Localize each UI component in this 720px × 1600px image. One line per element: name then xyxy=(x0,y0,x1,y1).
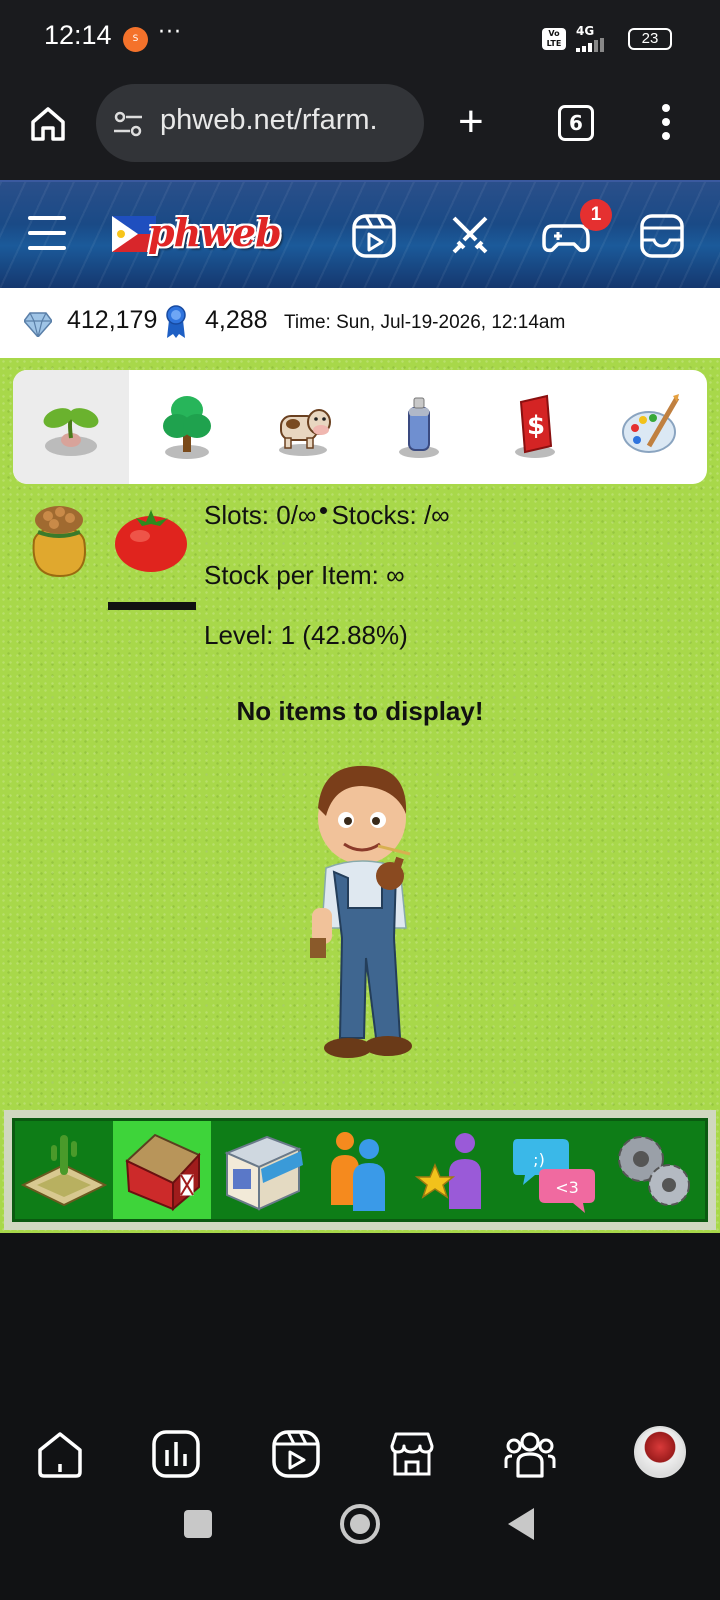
people-icon xyxy=(331,1132,385,1211)
browser-toolbar: phweb.net/rfarm. + 6 xyxy=(0,78,720,180)
new-tab-icon[interactable]: + xyxy=(458,100,484,144)
volte-icon: Vo LTE xyxy=(542,28,566,50)
hamburger-icon[interactable] xyxy=(28,216,66,254)
svg-text:;): ;) xyxy=(533,1150,545,1169)
gems-count: 412,179 xyxy=(67,306,158,334)
reels-icon[interactable] xyxy=(270,1428,322,1480)
tomato-icon[interactable] xyxy=(112,502,190,574)
nav-rank[interactable] xyxy=(407,1121,505,1219)
battery-icon: 23 xyxy=(628,28,672,50)
paint-palette-icon xyxy=(622,394,680,453)
network-type: 4G xyxy=(576,24,595,38)
site-settings-icon[interactable] xyxy=(112,108,144,140)
battle-icon[interactable] xyxy=(446,212,494,260)
farmer-character xyxy=(310,765,412,1058)
seedling-icon xyxy=(43,408,99,456)
app-bottom-nav xyxy=(0,1388,720,1488)
avatar[interactable] xyxy=(634,1426,686,1478)
back-button[interactable] xyxy=(508,1508,534,1540)
selected-item-indicator xyxy=(108,602,196,610)
ribbon-icon xyxy=(166,305,186,338)
svg-text:<3: <3 xyxy=(555,1178,579,1197)
game-nav-frame: ;) <3 xyxy=(4,1110,716,1230)
nav-farm[interactable] xyxy=(15,1121,113,1219)
site-logo[interactable]: phweb xyxy=(112,208,296,260)
more-notifications-icon: ··· xyxy=(158,20,182,45)
home-icon[interactable] xyxy=(28,104,68,144)
status-bar: 12:14 S ··· Vo LTE 4G 23 xyxy=(0,0,720,78)
recents-button[interactable] xyxy=(184,1510,212,1538)
nav-neighbors[interactable] xyxy=(309,1121,407,1219)
seed-bag-icon[interactable] xyxy=(24,500,94,580)
tab-trees[interactable] xyxy=(129,370,245,484)
points-count: 4,288 xyxy=(205,306,268,334)
diamond-icon xyxy=(24,312,52,337)
notification-badge[interactable]: 1 xyxy=(580,199,612,231)
slots-text: Slots: 0/∞ xyxy=(204,500,317,530)
game-nav: ;) <3 xyxy=(12,1118,708,1222)
category-tabs: $ xyxy=(13,370,707,484)
tab-spray[interactable] xyxy=(361,370,477,484)
signal-icon xyxy=(576,38,604,52)
cow-icon xyxy=(279,409,331,456)
nav-barn[interactable] xyxy=(113,1121,211,1219)
tab-cash[interactable]: $ xyxy=(477,370,593,484)
separator-dot xyxy=(320,507,328,515)
game-area: $ Slots: 0/∞ Stocks: /∞ Stock per Item: ∞… xyxy=(0,358,720,1233)
menu-icon[interactable] xyxy=(662,104,672,144)
info-bar: 412,179 4,288 Time: Sun, Jul-19-2026, 12… xyxy=(0,288,720,358)
stats-icon[interactable] xyxy=(150,1428,202,1480)
groups-icon[interactable] xyxy=(504,1428,556,1480)
dollar-card-icon: $ xyxy=(515,394,555,458)
shop-icon xyxy=(224,1135,303,1211)
tab-seeds[interactable] xyxy=(13,370,129,484)
server-time: Time: Sun, Jul-19-2026, 12:14am xyxy=(284,312,566,333)
notification-app-icon: S xyxy=(123,27,148,52)
nav-shop[interactable] xyxy=(211,1121,309,1219)
barn-icon xyxy=(125,1133,201,1212)
nav-settings[interactable] xyxy=(603,1121,701,1219)
spray-can-icon xyxy=(399,397,439,458)
tree-icon xyxy=(163,396,211,459)
slots-stocks-line: Slots: 0/∞ Stocks: /∞ xyxy=(204,500,450,531)
tab-animals[interactable] xyxy=(245,370,361,484)
inbox-icon[interactable] xyxy=(638,212,686,260)
stock-per-item-text: Stock per Item: ∞ xyxy=(204,560,405,590)
tabs-icon[interactable]: 6 xyxy=(558,105,594,141)
address-bar[interactable]: phweb.net/rfarm. xyxy=(96,84,424,162)
nav-chat[interactable]: ;) <3 xyxy=(505,1121,603,1219)
reels-icon[interactable] xyxy=(350,212,398,260)
logo-text: phweb xyxy=(148,210,282,255)
level-text: Level: 1 (42.88%) xyxy=(204,620,408,650)
home-button[interactable] xyxy=(340,1504,380,1544)
tab-decor[interactable] xyxy=(593,370,707,484)
stocks-text: Stocks: /∞ xyxy=(331,500,450,530)
url-text[interactable]: phweb.net/rfarm. xyxy=(160,104,410,137)
store-icon[interactable] xyxy=(386,1428,438,1480)
home-icon[interactable] xyxy=(34,1428,86,1480)
star-person-icon xyxy=(414,1133,481,1209)
chat-bubbles-icon: ;) <3 xyxy=(513,1139,595,1213)
status-time: 12:14 xyxy=(44,20,112,50)
farm-field-icon xyxy=(21,1135,107,1207)
empty-message: No items to display! xyxy=(236,696,484,726)
gears-icon xyxy=(618,1136,690,1206)
svg-text:$: $ xyxy=(527,411,545,441)
site-header: phweb xyxy=(0,180,720,288)
